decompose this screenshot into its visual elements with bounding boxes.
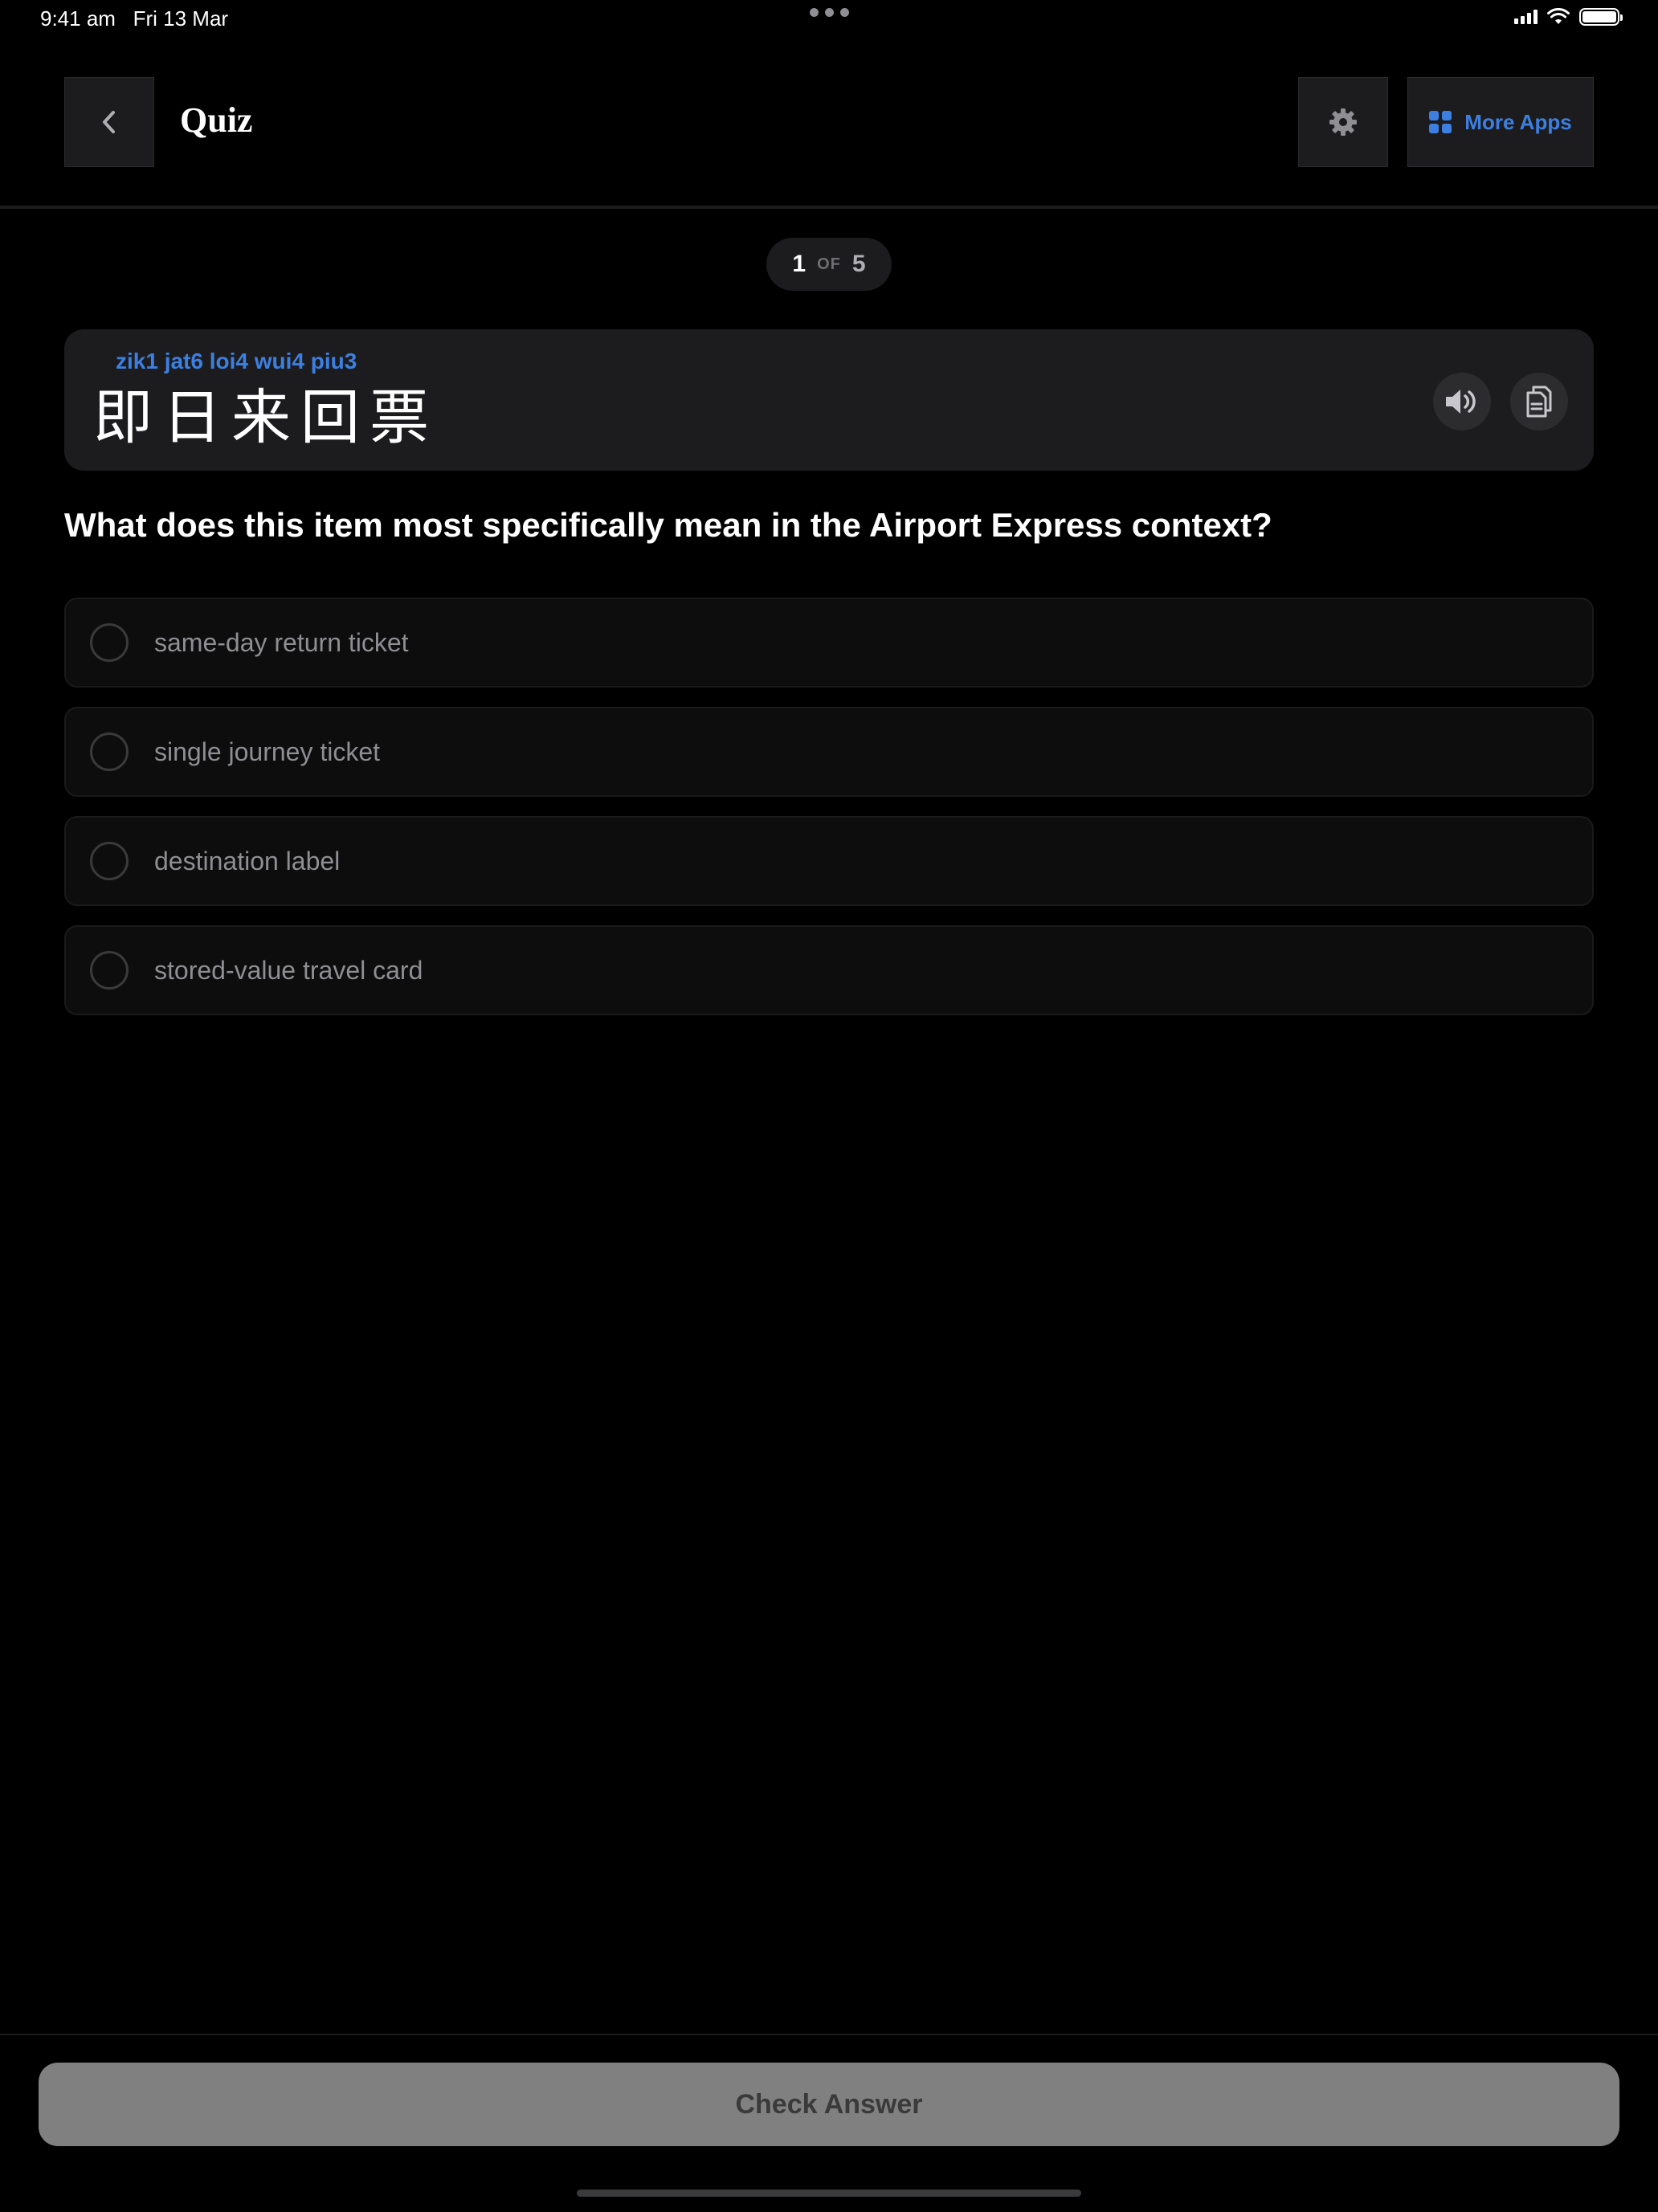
radio-button[interactable] — [90, 842, 129, 880]
status-date-text: Fri 13 Mar — [133, 6, 229, 31]
option-label: same-day return ticket — [154, 628, 409, 657]
romanization-text: zik1 jat6 loi4 wui4 piu3 — [116, 349, 357, 373]
more-apps-button[interactable]: More Apps — [1407, 77, 1594, 167]
progress-of-label: OF — [817, 255, 841, 273]
option-label: stored-value travel card — [154, 956, 423, 985]
check-answer-button[interactable]: Check Answer — [39, 2063, 1619, 2146]
status-bar: 9:41 am Fri 13 Mar — [0, 0, 1658, 39]
battery-icon — [1579, 8, 1623, 26]
progress-total: 5 — [851, 251, 866, 277]
radio-button[interactable] — [90, 733, 129, 771]
option-label: destination label — [154, 847, 341, 875]
question-progress: 1 OF 5 — [766, 238, 892, 291]
signal-icon — [1514, 10, 1538, 24]
question-text: What does this item most specifically me… — [64, 506, 1272, 544]
multitasking-dots-icon[interactable] — [810, 8, 849, 17]
speaker-icon — [1446, 390, 1476, 414]
answer-option[interactable]: destination label — [64, 816, 1594, 906]
copy-icon — [1526, 386, 1552, 418]
word-card: zik1 jat6 loi4 wui4 piu3 即日来回票 — [64, 329, 1594, 471]
radio-button[interactable] — [90, 951, 129, 990]
answer-option[interactable]: single journey ticket — [64, 707, 1594, 797]
gear-icon — [1329, 108, 1357, 136]
hanzi-text: 即日来回票 — [93, 383, 439, 452]
more-apps-label: More Apps — [1464, 109, 1572, 134]
settings-button[interactable] — [1298, 77, 1388, 167]
wifi-icon — [1547, 8, 1570, 24]
radio-button[interactable] — [90, 623, 129, 662]
status-icons — [1514, 8, 1623, 26]
answer-option[interactable]: stored-value travel card — [64, 925, 1594, 1015]
speak-button[interactable] — [1433, 373, 1491, 431]
footer-bar: Check Answer — [0, 2034, 1658, 2212]
home-indicator[interactable] — [577, 2190, 1081, 2197]
status-time: 9:41 am Fri 13 Mar — [40, 6, 228, 31]
answer-option[interactable]: same-day return ticket — [64, 598, 1594, 688]
status-time-text: 9:41 am — [40, 6, 116, 31]
back-button[interactable] — [64, 77, 154, 167]
nav-header: Quiz More Apps — [0, 39, 1658, 209]
check-answer-label: Check Answer — [735, 2088, 923, 2120]
option-label: single journey ticket — [154, 737, 381, 766]
progress-current: 1 — [792, 251, 807, 277]
grid-icon — [1429, 111, 1452, 133]
chevron-left-icon — [103, 111, 115, 133]
page-title: Quiz — [180, 100, 253, 140]
copy-button[interactable] — [1510, 373, 1568, 431]
